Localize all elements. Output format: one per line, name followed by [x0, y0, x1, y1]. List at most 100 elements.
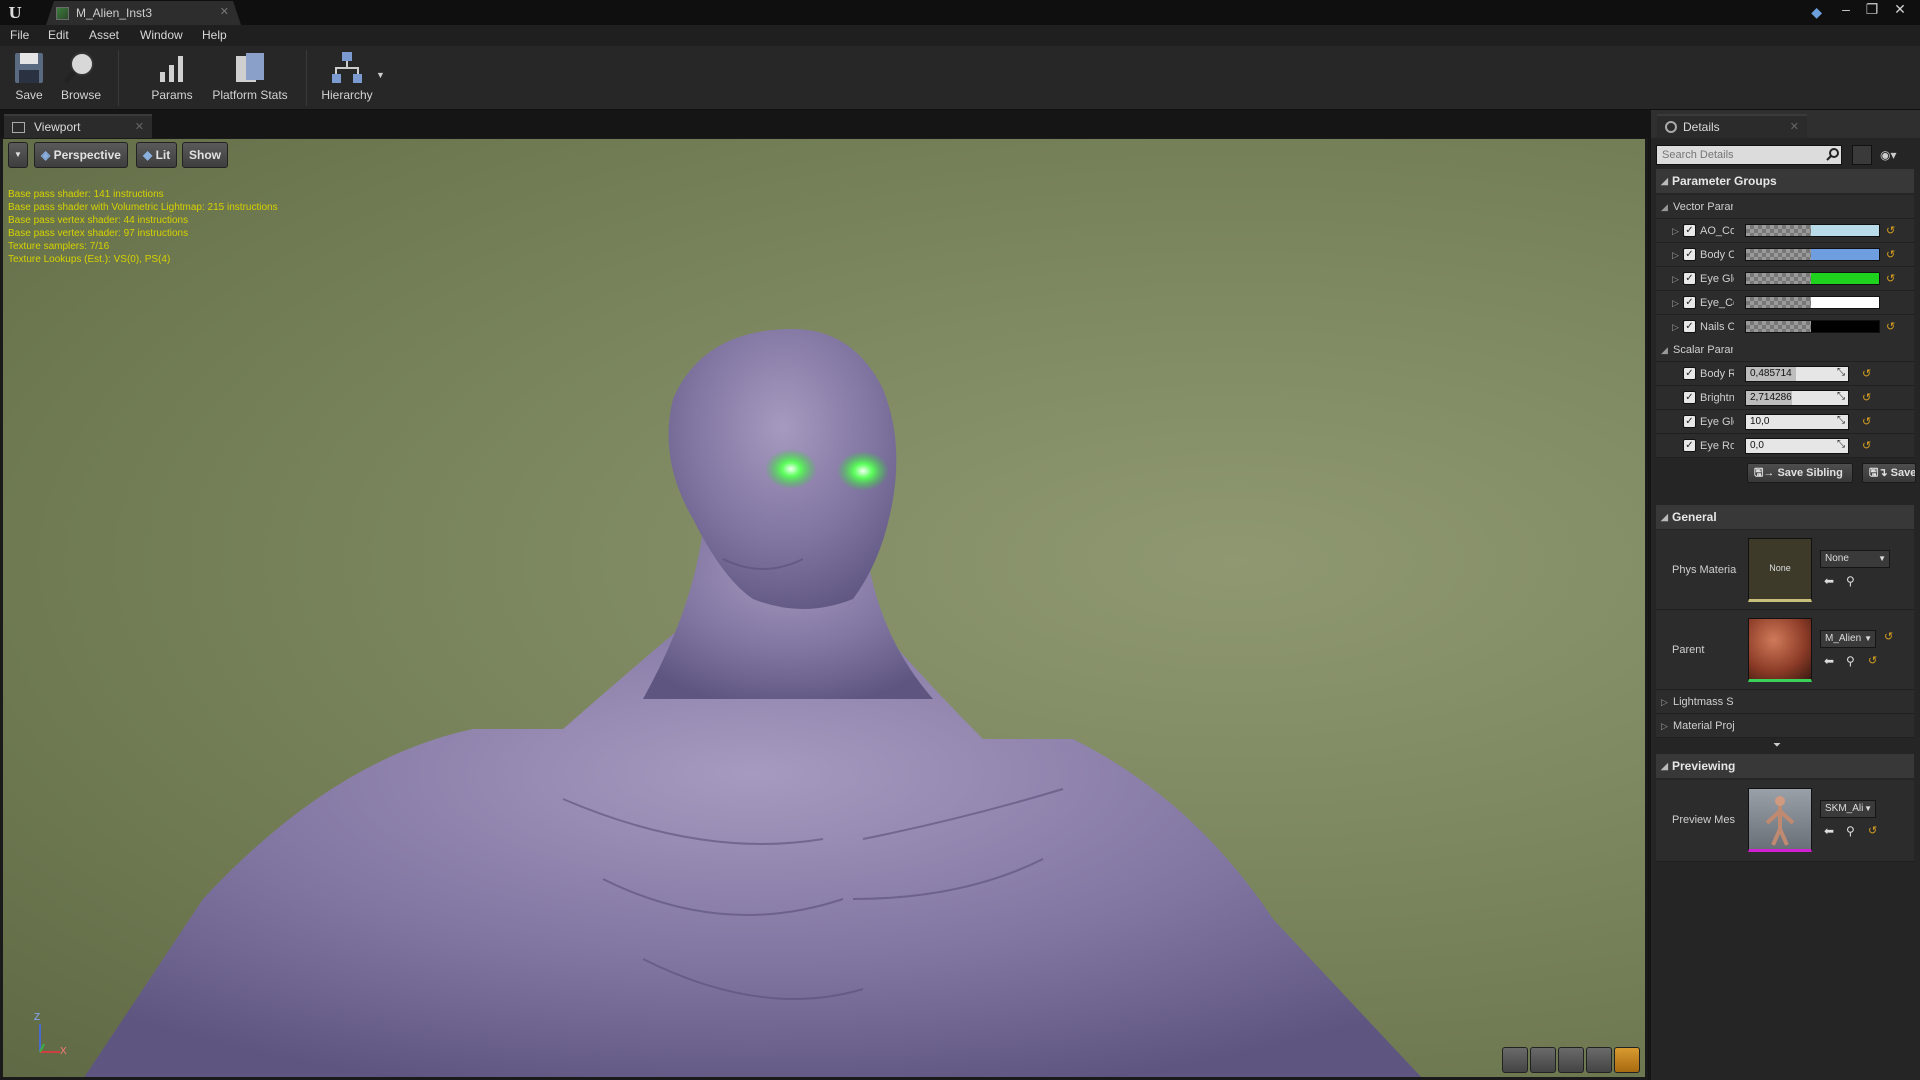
search-icon[interactable] [1826, 147, 1840, 161]
previewing-header[interactable]: ◢ Previewing [1656, 754, 1914, 778]
param-enabled-checkbox[interactable]: ✓ [1683, 391, 1696, 404]
list-view-icon[interactable] [1852, 145, 1872, 165]
reset-to-default-icon[interactable]: ↺ [1886, 224, 1895, 237]
reset-to-default-icon[interactable]: ↺ [1884, 630, 1893, 643]
save-child-button[interactable]: 🖫↴ Save [1862, 463, 1916, 483]
close-icon[interactable]: ✕ [135, 120, 144, 133]
perspective-button[interactable]: ◈ Perspective [34, 142, 128, 168]
scalar-value-input[interactable]: 10,0 ⤡ [1745, 414, 1849, 430]
use-selected-arrow-icon[interactable]: ⬅ [1824, 824, 1834, 838]
viewport[interactable] [3, 139, 1645, 1077]
expand-arrow-icon[interactable]: ▷ [1672, 250, 1679, 261]
scalar-value-input[interactable]: 0,0 ⤡ [1745, 438, 1849, 454]
document-tab[interactable]: M_Alien_Inst3 ✕ [46, 1, 241, 25]
phys-material-thumbnail[interactable]: None [1748, 538, 1812, 602]
close-window-button[interactable]: ✕ [1888, 0, 1912, 20]
param-enabled-checkbox[interactable]: ✓ [1683, 415, 1696, 428]
restore-button[interactable]: ❐ [1860, 0, 1884, 20]
scalar-param-row[interactable]: ✓ Eye Rou 0,0⤡ ↺ [1656, 434, 1914, 458]
expand-arrow-icon[interactable]: ▷ [1672, 322, 1679, 333]
color-swatch[interactable] [1745, 224, 1880, 237]
vector-params-row[interactable]: ◢ Vector Paran [1656, 195, 1914, 219]
eye-icon[interactable]: ◉▾ [1880, 148, 1897, 162]
search-details-input[interactable] [1656, 145, 1842, 165]
mesh-preview-icon[interactable] [1614, 1047, 1640, 1073]
scalar-param-row[interactable]: ✓ Body Ro 0,485714⤡ ↺ [1656, 362, 1914, 386]
reset-to-default-icon[interactable]: ↺ [1868, 654, 1877, 667]
vector-param-row[interactable]: ▷ ✓ Eye_Col [1656, 291, 1914, 315]
close-icon[interactable]: ✕ [220, 5, 229, 18]
material-props-row[interactable]: ▷ Material Proj [1656, 714, 1914, 738]
menu-asset[interactable]: Asset [89, 28, 119, 42]
browse-magnifier-icon[interactable]: ⚲ [1846, 654, 1855, 668]
reset-to-default-icon[interactable]: ↺ [1862, 391, 1871, 404]
scalar-param-row[interactable]: ✓ Eye Glov 10,0⤡ ↺ [1656, 410, 1914, 434]
reset-to-default-icon[interactable]: ↺ [1886, 320, 1895, 333]
browse-magnifier-icon[interactable]: ⚲ [1846, 824, 1855, 838]
params-button[interactable]: Params [148, 50, 196, 102]
reset-to-default-icon[interactable]: ↺ [1862, 367, 1871, 380]
scalar-value-input[interactable]: 2,714286 ⤡ [1745, 390, 1849, 406]
param-enabled-checkbox[interactable]: ✓ [1683, 224, 1696, 237]
expand-arrow-icon[interactable]: ▷ [1672, 274, 1679, 285]
reset-to-default-icon[interactable]: ↺ [1886, 248, 1895, 261]
lightmass-row[interactable]: ▷ Lightmass S [1656, 690, 1914, 714]
show-button[interactable]: Show [182, 142, 228, 168]
close-icon[interactable]: ✕ [1790, 120, 1799, 133]
reset-to-default-icon[interactable]: ↺ [1886, 272, 1895, 285]
cube-preview-icon[interactable] [1586, 1047, 1612, 1073]
details-tab[interactable]: Details ✕ [1657, 114, 1807, 138]
save-button[interactable]: Save [8, 50, 50, 102]
hierarchy-button[interactable]: Hierarchy [318, 50, 376, 102]
param-enabled-checkbox[interactable]: ✓ [1683, 248, 1696, 261]
notification-icon[interactable]: ◆ [1811, 4, 1822, 21]
param-enabled-checkbox[interactable]: ✓ [1683, 367, 1696, 380]
viewport-tab[interactable]: Viewport ✕ [4, 114, 152, 138]
scalar-params-row[interactable]: ◢ Scalar Paran [1656, 338, 1914, 362]
lit-button[interactable]: ◆ Lit [136, 142, 178, 168]
parameter-groups-header[interactable]: ◢ Parameter Groups [1656, 169, 1914, 193]
use-selected-arrow-icon[interactable]: ⬅ [1824, 654, 1834, 668]
color-swatch[interactable] [1745, 248, 1880, 261]
sphere-preview-icon[interactable] [1530, 1047, 1556, 1073]
expand-arrow-icon[interactable]: ▷ [1672, 298, 1679, 309]
reset-to-default-icon[interactable]: ↺ [1862, 439, 1871, 452]
save-sibling-button[interactable]: 🖫→ Save Sibling [1747, 463, 1853, 483]
color-swatch[interactable] [1745, 296, 1880, 309]
param-enabled-checkbox[interactable]: ✓ [1683, 439, 1696, 452]
param-enabled-checkbox[interactable]: ✓ [1683, 272, 1696, 285]
general-header[interactable]: ◢ General [1656, 505, 1914, 529]
menu-file[interactable]: File [10, 28, 29, 42]
vector-param-row[interactable]: ▷ ✓ AO_Colo ↺ [1656, 219, 1914, 243]
plane-preview-icon[interactable] [1558, 1047, 1584, 1073]
color-swatch[interactable] [1745, 272, 1880, 285]
color-swatch[interactable] [1745, 320, 1880, 333]
show-advanced-icon[interactable]: ⏷ [1773, 740, 1781, 751]
platform-stats-button[interactable]: Platform Stats [210, 50, 290, 102]
chevron-down-icon[interactable]: ▼ [376, 70, 385, 80]
translate-icon[interactable] [1502, 1047, 1528, 1073]
preview-mesh-combo[interactable]: SKM_Ali ▼ [1820, 800, 1876, 818]
phys-material-combo[interactable]: None ▼ [1820, 550, 1890, 568]
expand-arrow-icon[interactable]: ▷ [1672, 226, 1679, 237]
reset-to-default-icon[interactable]: ↺ [1868, 824, 1877, 837]
reset-to-default-icon[interactable]: ↺ [1862, 415, 1871, 428]
use-selected-arrow-icon[interactable]: ⬅ [1824, 574, 1834, 588]
scalar-param-row[interactable]: ✓ Brightne 2,714286⤡ ↺ [1656, 386, 1914, 410]
preview-mesh-thumbnail[interactable] [1748, 788, 1812, 852]
vector-param-row[interactable]: ▷ ✓ Eye Glo ↺ [1656, 267, 1914, 291]
minimize-button[interactable]: – [1834, 0, 1858, 20]
browse-magnifier-icon[interactable]: ⚲ [1846, 574, 1855, 588]
vector-param-row[interactable]: ▷ ✓ Nails Cc ↺ [1656, 315, 1914, 339]
menu-edit[interactable]: Edit [48, 28, 69, 42]
vector-param-row[interactable]: ▷ ✓ Body Cc ↺ [1656, 243, 1914, 267]
menu-help[interactable]: Help [202, 28, 227, 42]
parent-material-combo[interactable]: M_Alien ▼ [1820, 630, 1876, 648]
viewport-options-dropdown[interactable]: ▼ [8, 142, 28, 168]
param-enabled-checkbox[interactable]: ✓ [1683, 320, 1696, 333]
menu-window[interactable]: Window [140, 28, 183, 42]
parent-material-thumbnail[interactable] [1748, 618, 1812, 682]
scalar-value-input[interactable]: 0,485714 ⤡ [1745, 366, 1849, 382]
browse-button[interactable]: Browse [56, 50, 106, 102]
param-enabled-checkbox[interactable]: ✓ [1683, 296, 1696, 309]
